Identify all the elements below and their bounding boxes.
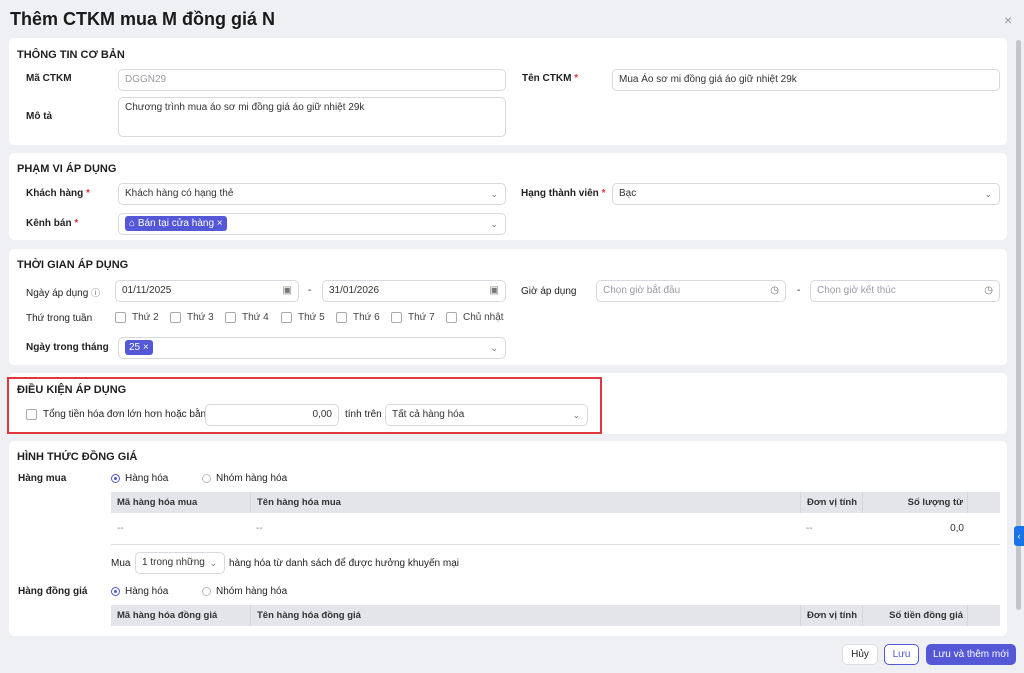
weekday-checkbox[interactable]: Thứ 3 xyxy=(170,312,214,323)
scrollbar[interactable] xyxy=(1016,40,1021,610)
save-and-new-button[interactable]: Lưu và thêm mới xyxy=(926,644,1016,665)
code-value: DGGN29 xyxy=(125,74,167,85)
hour-label: Giờ áp dụng xyxy=(521,286,577,297)
weekday-checkbox[interactable]: Thứ 2 xyxy=(115,312,159,323)
condition-section: ĐIỀU KIỆN ÁP DỤNG Tổng tiền hóa đơn lớn … xyxy=(7,373,1007,434)
basic-info-section: THÔNG TIN CƠ BẢN Mã CTKM DGGN29 Tên CTKM… xyxy=(9,38,1007,145)
info-icon: ⓘ xyxy=(91,288,101,298)
buy-table: Mã hàng hóa mua Tên hàng hóa mua Đơn vị … xyxy=(111,492,1000,545)
hour-separator: - xyxy=(797,285,801,296)
chevron-down-icon: ⌄ xyxy=(490,343,498,353)
channel-label: Kênh bán * xyxy=(26,218,79,229)
scope-select[interactable]: Tất cả hàng hóa ⌄ xyxy=(385,404,588,426)
buy-radio-item[interactable]: Hàng hóa xyxy=(111,473,168,484)
same-price-label: Hàng đồng giá xyxy=(18,586,88,597)
section-heading: THỜI GIAN ÁP DỤNG xyxy=(17,259,129,271)
column-header: Số lượng từ xyxy=(862,492,968,513)
cancel-button[interactable]: Hủy xyxy=(842,644,878,665)
mua-select[interactable]: 1 trong những ⌄ xyxy=(135,552,225,574)
name-label: Tên CTKM * xyxy=(522,73,579,84)
section-heading: THÔNG TIN CƠ BẢN xyxy=(17,49,125,61)
desc-label: Mô tả xyxy=(26,111,53,122)
mua-suffix: hàng hóa từ danh sách để được hưởng khuy… xyxy=(229,558,460,569)
chevron-down-icon: ⌄ xyxy=(572,410,580,420)
date-label: Ngày áp dụng ⓘ xyxy=(26,288,101,299)
tier-select[interactable]: Bạc ⌄ xyxy=(612,183,1000,205)
total-checkbox[interactable]: Tổng tiền hóa đơn lớn hơn hoặc bằng xyxy=(26,409,212,420)
mua-label: Mua xyxy=(111,558,131,569)
weekday-checkbox[interactable]: Thứ 5 xyxy=(281,312,325,323)
chevron-down-icon: ⌄ xyxy=(984,189,992,199)
calendar-icon: ▣ xyxy=(282,285,292,296)
monthday-label: Ngày trong tháng xyxy=(26,342,109,353)
same-price-table: Mã hàng hóa đồng giá Tên hàng hóa đồng g… xyxy=(111,605,1000,635)
weekday-label: Thứ trong tuần xyxy=(26,313,93,324)
same-radio-group[interactable]: Nhóm hàng hóa xyxy=(202,586,287,597)
desc-textarea[interactable]: Chương trình mua áo sơ mi đồng giá áo gi… xyxy=(118,97,506,137)
section-heading: HÌNH THỨC ĐỒNG GIÁ xyxy=(17,451,138,463)
section-heading: ĐIỀU KIỆN ÁP DỤNG xyxy=(17,384,127,396)
monthday-select[interactable]: 25 × ⌄ xyxy=(118,337,506,359)
customer-select[interactable]: Khách hàng có hạng thẻ ⌄ xyxy=(118,183,506,205)
section-heading: PHẠM VI ÁP DỤNG xyxy=(17,163,117,175)
calendar-icon: ▣ xyxy=(489,285,499,296)
on-label: tính trên xyxy=(345,409,382,420)
column-header: Đơn vị tính xyxy=(800,492,857,513)
weekday-checkbox[interactable]: Thứ 6 xyxy=(336,312,380,323)
customer-label: Khách hàng * xyxy=(26,188,90,199)
pricing-section: HÌNH THỨC ĐỒNG GIÁ Hàng mua Hàng hóa Nhó… xyxy=(9,441,1007,636)
time-section: THỜI GIAN ÁP DỤNG Ngày áp dụng ⓘ 01/11/2… xyxy=(9,249,1007,365)
column-header: Số tiền đồng giá xyxy=(862,605,968,626)
code-input[interactable]: DGGN29 xyxy=(118,69,506,91)
monthday-tag[interactable]: 25 × xyxy=(125,340,153,355)
tier-label: Hạng thành viên * xyxy=(521,188,606,199)
cell: -- xyxy=(806,523,813,534)
close-icon[interactable]: × xyxy=(1004,12,1012,28)
clock-icon: ◷ xyxy=(770,285,779,296)
weekday-checkbox[interactable]: Thứ 4 xyxy=(225,312,269,323)
cell: 0,0 xyxy=(950,523,964,534)
hour-to-input[interactable]: Chọn giờ kết thúc ◷ xyxy=(810,280,1000,302)
weekday-checkbox[interactable]: Chủ nhật xyxy=(446,312,504,323)
code-label: Mã CTKM xyxy=(26,73,72,84)
weekday-checkbox[interactable]: Thứ 7 xyxy=(391,312,435,323)
modal-title: Thêm CTKM mua M đồng giá N xyxy=(10,9,275,29)
name-input[interactable]: Mua Áo sơ mi đồng giá áo giữ nhiệt 29k xyxy=(612,69,1000,91)
column-header: Tên hàng hóa đồng giá xyxy=(250,605,361,626)
date-to-input[interactable]: 31/01/2026 ▣ xyxy=(322,280,506,302)
buy-label: Hàng mua xyxy=(18,473,67,484)
table-row[interactable]: -- -- -- 0,0 xyxy=(111,513,1000,544)
chevron-down-icon: ⌄ xyxy=(490,219,498,229)
buy-radio-group[interactable]: Nhóm hàng hóa xyxy=(202,473,287,484)
total-input[interactable]: 0,00 xyxy=(205,404,339,426)
clock-icon: ◷ xyxy=(984,285,993,296)
date-separator: - xyxy=(308,285,312,296)
same-radio-item[interactable]: Hàng hóa xyxy=(111,586,168,597)
channel-select[interactable]: ⌂ Bán tại cửa hàng × ⌄ xyxy=(118,213,506,235)
chevron-down-icon: ⌄ xyxy=(209,558,217,568)
chevron-down-icon: ⌄ xyxy=(490,189,498,199)
column-header: Đơn vị tính xyxy=(800,605,857,626)
side-panel-toggle[interactable]: ‹ xyxy=(1014,526,1024,546)
hour-from-input[interactable]: Chọn giờ bắt đầu ◷ xyxy=(596,280,786,302)
column-header: Mã hàng hóa mua xyxy=(117,497,198,508)
scope-section: PHẠM VI ÁP DỤNG Khách hàng * Khách hàng … xyxy=(9,153,1007,240)
date-from-input[interactable]: 01/11/2025 ▣ xyxy=(115,280,299,302)
cell: -- xyxy=(256,523,263,534)
cell: -- xyxy=(117,523,124,534)
column-header: Tên hàng hóa mua xyxy=(250,492,341,513)
save-button[interactable]: Lưu xyxy=(884,644,919,665)
channel-tag[interactable]: ⌂ Bán tại cửa hàng × xyxy=(125,216,227,231)
column-header: Mã hàng hóa đồng giá xyxy=(117,610,218,621)
